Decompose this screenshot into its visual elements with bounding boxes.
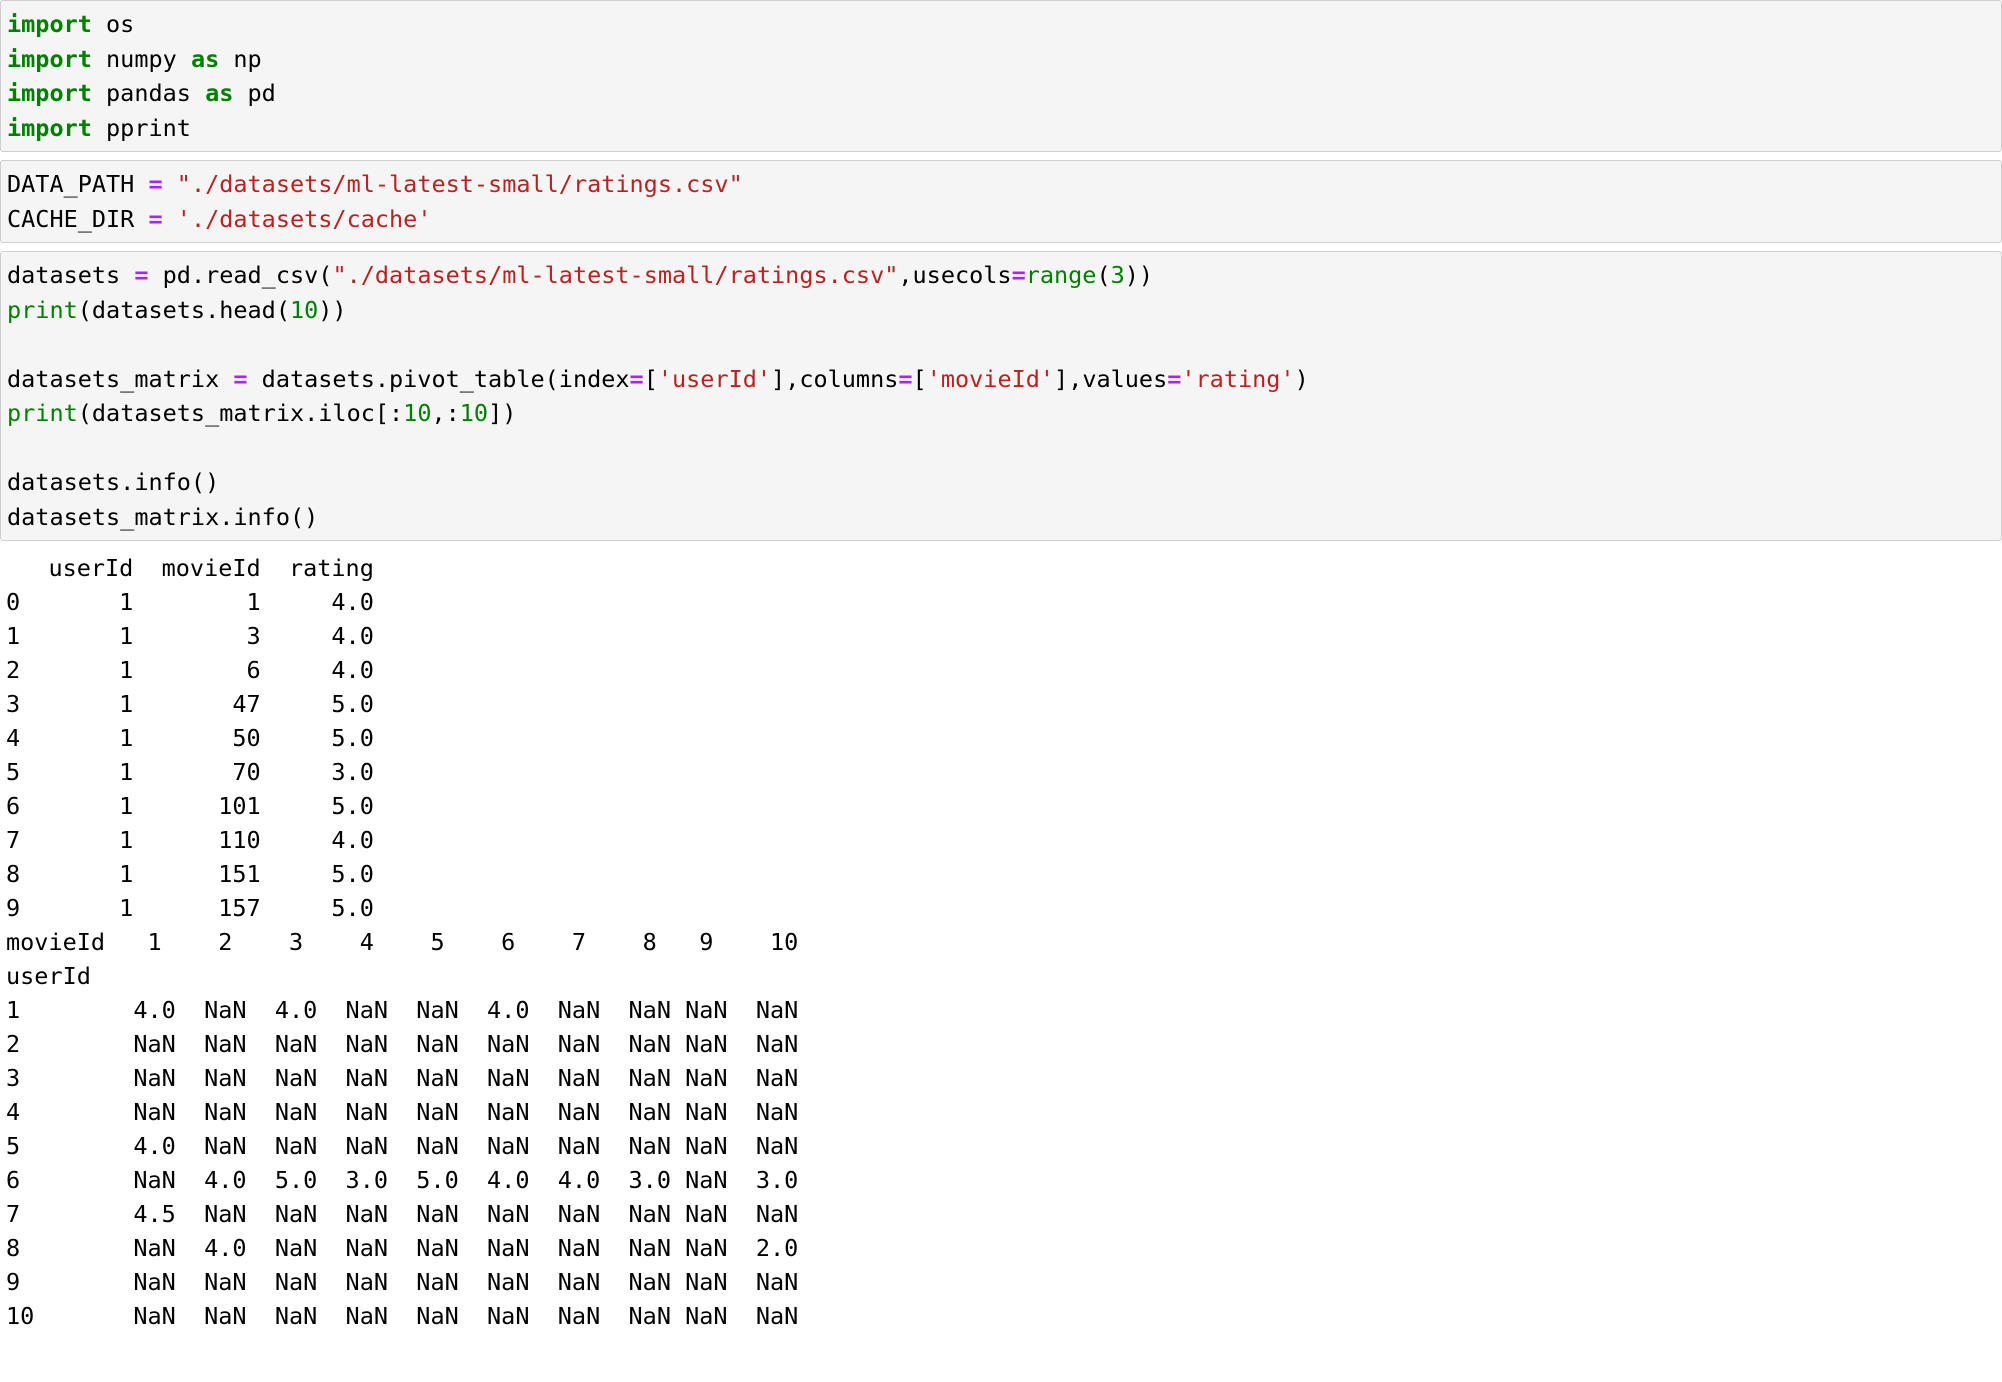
string-literal-data-path: "./datasets/ml-latest-small/ratings.csv" [176, 170, 743, 198]
output-line-head-row: 5 1 70 3.0 [6, 758, 374, 786]
keyword-as: as [190, 44, 220, 73]
code-text: pprint [91, 113, 191, 142]
output-line-pivot-row: 10 NaN NaN NaN NaN NaN NaN NaN NaN NaN N… [6, 1302, 813, 1330]
assign-operator: = [148, 204, 163, 233]
assign-operator: = [233, 364, 248, 393]
variable-cache-dir: CACHE_DIR [7, 204, 149, 233]
code-line: import numpy as np [1, 42, 2001, 77]
code-text: [ [643, 364, 658, 393]
assign-operator: = [134, 261, 149, 289]
kwarg-operator: = [629, 364, 644, 393]
number-literal: 10 [459, 399, 489, 427]
output-line-pivot-index-label: userId [6, 962, 813, 990]
code-text: ],columns [771, 364, 899, 393]
code-text: datasets.pivot_table(index [247, 364, 630, 393]
output-line-head-row: 8 1 151 5.0 [6, 860, 374, 888]
output-line-pivot-row: 3 NaN NaN NaN NaN NaN NaN NaN NaN NaN Na… [6, 1064, 813, 1092]
output-line-pivot-row: 2 NaN NaN NaN NaN NaN NaN NaN NaN NaN Na… [6, 1030, 813, 1058]
output-line-pivot-columns: movieId 1 2 3 4 5 6 7 8 9 10 [6, 928, 813, 956]
code-text: np [219, 44, 262, 73]
string-literal-movieid: 'movieId' [926, 364, 1055, 393]
code-text: pd.read_csv( [148, 261, 333, 289]
code-line: datasets = pd.read_csv("./datasets/ml-la… [1, 258, 2001, 293]
output-line-head-row: 6 1 101 5.0 [6, 792, 374, 820]
output-line-pivot-row: 7 4.5 NaN NaN NaN NaN NaN NaN NaN NaN Na… [6, 1200, 813, 1228]
code-text: ]) [488, 399, 517, 427]
code-line: print(datasets.head(10)) [1, 293, 2001, 328]
code-text: )) [318, 295, 347, 324]
notebook-container: import os import numpy as np import pand… [0, 0, 2002, 1333]
keyword-import: import [7, 44, 92, 73]
code-line: import pandas as pd [1, 76, 2001, 111]
code-line: import os [1, 7, 2001, 42]
code-line: print(datasets_matrix.iloc[:10,:10]) [1, 396, 2001, 431]
output-line-pivot-row: 6 NaN 4.0 5.0 3.0 5.0 4.0 4.0 3.0 NaN 3.… [6, 1166, 813, 1194]
code-text: (datasets_matrix.iloc[: [77, 399, 404, 427]
kwarg-operator: = [898, 364, 913, 393]
keyword-import: import [7, 113, 92, 142]
output-line-pivot-row: 1 4.0 NaN 4.0 NaN NaN 4.0 NaN NaN NaN Na… [6, 996, 813, 1024]
output-line-head-row: 1 1 3 4.0 [6, 622, 374, 650]
string-literal-userid: 'userId' [657, 364, 772, 393]
output-line-head-row: 7 1 110 4.0 [6, 826, 374, 854]
output-line-head-row: 9 1 157 5.0 [6, 894, 374, 922]
cell-output-stdout: userId movieId rating 0 1 1 4.0 1 1 3 4.… [0, 549, 2002, 1333]
code-text: os [91, 10, 135, 38]
number-literal: 10 [289, 295, 319, 324]
assign-operator: = [1011, 261, 1026, 289]
code-text: ],values [1054, 364, 1168, 393]
output-line-pivot-row: 4 NaN NaN NaN NaN NaN NaN NaN NaN NaN Na… [6, 1098, 813, 1126]
keyword-as: as [205, 79, 234, 107]
code-text: ,: [431, 399, 460, 427]
code-text: datasets [7, 261, 135, 289]
output-line-head-row: 4 1 50 5.0 [6, 724, 374, 752]
code-line: datasets_matrix = datasets.pivot_table(i… [1, 362, 2001, 397]
code-line: CACHE_DIR = './datasets/cache' [1, 202, 2001, 237]
code-text: ,usecols [898, 261, 1012, 289]
code-text: datasets_matrix [7, 364, 234, 393]
output-line-head-row: 2 1 6 4.0 [6, 656, 374, 684]
keyword-import: import [7, 10, 92, 38]
output-line-head-row: 3 1 47 5.0 [6, 690, 374, 718]
kwarg-operator: = [1167, 364, 1182, 393]
output-line-head-header: userId movieId rating [6, 554, 374, 582]
builtin-print: print [7, 399, 78, 427]
code-line: datasets.info() [1, 465, 2001, 500]
builtin-range: range [1025, 261, 1097, 289]
string-literal-rating: 'rating' [1181, 364, 1295, 393]
assign-operator: = [148, 170, 163, 198]
code-text: [ [912, 364, 927, 393]
code-text: datasets.info() [7, 468, 220, 496]
code-line: import pprint [1, 111, 2001, 146]
output-line-pivot-row: 9 NaN NaN NaN NaN NaN NaN NaN NaN NaN Na… [6, 1268, 813, 1296]
code-cell-load-pivot[interactable]: datasets = pd.read_csv("./datasets/ml-la… [0, 251, 2002, 541]
code-text: (datasets.head( [77, 295, 290, 324]
code-text: datasets_matrix.info() [7, 502, 319, 531]
code-text: ) [1294, 364, 1309, 393]
code-cell-imports[interactable]: import os import numpy as np import pand… [0, 0, 2002, 152]
code-text: pd [233, 79, 276, 107]
code-line: datasets_matrix.info() [1, 500, 2001, 535]
keyword-import: import [7, 79, 92, 107]
builtin-print: print [7, 295, 78, 324]
number-literal: 10 [403, 399, 432, 427]
string-literal-csv-path: "./datasets/ml-latest-small/ratings.csv" [332, 261, 899, 289]
string-literal-cache-dir: './datasets/cache' [176, 204, 432, 233]
code-text: )) [1124, 261, 1154, 289]
number-literal: 3 [1110, 261, 1125, 289]
output-line-pivot-row: 8 NaN 4.0 NaN NaN NaN NaN NaN NaN NaN 2.… [6, 1234, 813, 1262]
code-text: numpy [91, 44, 191, 73]
code-text: ( [1096, 261, 1111, 289]
code-line: DATA_PATH = "./datasets/ml-latest-small/… [1, 167, 2001, 202]
code-text: pandas [91, 79, 206, 107]
output-line-head-row: 0 1 1 4.0 [6, 588, 374, 616]
code-cell-paths[interactable]: DATA_PATH = "./datasets/ml-latest-small/… [0, 160, 2002, 243]
output-line-pivot-row: 5 4.0 NaN NaN NaN NaN NaN NaN NaN NaN Na… [6, 1132, 813, 1160]
variable-data-path: DATA_PATH [7, 170, 149, 198]
